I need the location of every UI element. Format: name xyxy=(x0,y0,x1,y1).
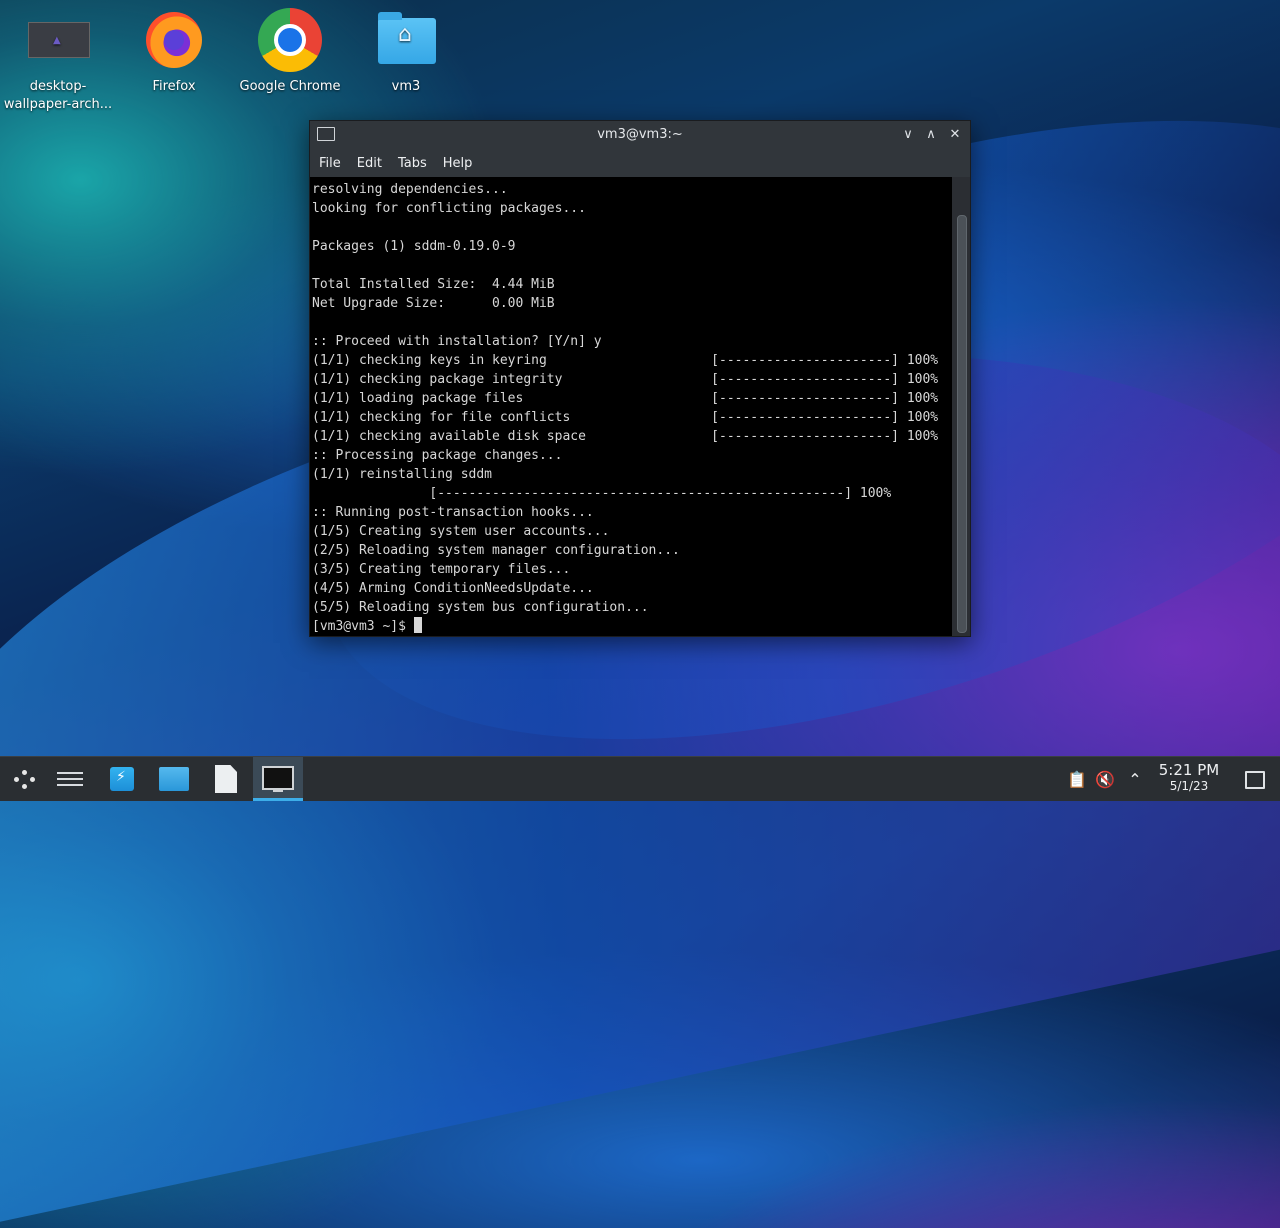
taskbar-system-settings[interactable] xyxy=(45,757,95,801)
desktop-icon-firefox[interactable]: Firefox xyxy=(118,8,230,96)
terminal-line: (1/1) checking keys in keyring [--------… xyxy=(312,353,939,368)
image-thumbnail-icon xyxy=(26,8,90,72)
chevron-up-icon[interactable]: ⌃ xyxy=(1124,757,1146,801)
terminal-line: (1/1) reinstalling sddm xyxy=(312,467,493,482)
menu-bar: File Edit Tabs Help xyxy=(310,149,970,177)
clock[interactable]: 5:21 PM 5/1/23 xyxy=(1150,761,1228,794)
terminal-icon xyxy=(262,765,294,792)
scrollbar-thumb[interactable] xyxy=(957,215,967,633)
folder-icon xyxy=(159,767,189,791)
taskbar-file-manager[interactable] xyxy=(149,757,199,801)
terminal-line: Packages (1) sddm-0.19.0-9 xyxy=(312,239,516,254)
terminal-line: (1/5) Creating system user accounts... xyxy=(312,524,610,539)
desktop-icon-home-folder[interactable]: vm3 xyxy=(350,8,462,96)
terminal-cursor xyxy=(413,617,422,633)
taskbar: 📋 🔇 ⌃ 5:21 PM 5/1/23 xyxy=(0,756,1280,801)
taskbar-konsole[interactable] xyxy=(253,757,303,801)
close-button[interactable]: ✕ xyxy=(945,125,965,145)
terminal-line: :: Processing package changes... xyxy=(312,448,563,463)
terminal-window: vm3@vm3:~ ∨ ∧ ✕ File Edit Tabs Help reso… xyxy=(309,120,971,637)
menu-edit[interactable]: Edit xyxy=(350,156,389,171)
terminal-line: (1/1) checking available disk space [---… xyxy=(312,429,939,444)
window-titlebar[interactable]: vm3@vm3:~ ∨ ∧ ✕ xyxy=(310,121,970,149)
maximize-button[interactable]: ∧ xyxy=(921,125,941,145)
show-desktop-button[interactable] xyxy=(1245,771,1265,789)
terminal-line: (4/5) Arming ConditionNeedsUpdate... xyxy=(312,581,594,596)
taskbar-text-editor[interactable] xyxy=(201,757,251,801)
terminal-line: (1/1) checking package integrity [------… xyxy=(312,372,939,387)
terminal-line: (5/5) Reloading system bus configuration… xyxy=(312,600,649,615)
document-icon xyxy=(215,765,237,793)
terminal-line: Net Upgrade Size: 0.00 MiB xyxy=(312,296,555,311)
terminal-output[interactable]: resolving dependencies... looking for con… xyxy=(310,177,952,636)
firefox-icon xyxy=(142,8,206,72)
clipboard-icon[interactable]: 📋 xyxy=(1066,757,1088,801)
taskbar-discover[interactable] xyxy=(97,757,147,801)
application-launcher-button[interactable] xyxy=(0,757,50,801)
terminal-line: (2/5) Reloading system manager configura… xyxy=(312,543,680,558)
clock-time: 5:21 PM xyxy=(1158,761,1220,779)
terminal-line: (3/5) Creating temporary files... xyxy=(312,562,571,577)
menu-file[interactable]: File xyxy=(312,156,348,171)
desktop-icon-wallpaper[interactable]: desktop- wallpaper-arch... xyxy=(2,8,114,114)
terminal-line: looking for conflicting packages... xyxy=(312,201,586,216)
launcher-icon xyxy=(14,768,36,790)
terminal-line: :: Running post-transaction hooks... xyxy=(312,505,594,520)
settings-sliders-icon xyxy=(57,770,83,788)
desktop-icon-label: vm3 xyxy=(391,79,421,94)
desktop-icon-label: Google Chrome xyxy=(239,79,341,94)
menu-tabs[interactable]: Tabs xyxy=(391,156,434,171)
menu-help[interactable]: Help xyxy=(436,156,480,171)
clock-date: 5/1/23 xyxy=(1169,779,1209,793)
desktop-icon-chrome[interactable]: Google Chrome xyxy=(234,8,346,96)
minimize-button[interactable]: ∨ xyxy=(898,125,918,145)
terminal-prompt-line: [vm3@vm3 ~]$ xyxy=(312,617,952,636)
terminal-scrollbar[interactable] xyxy=(952,177,970,636)
volume-muted-icon[interactable]: 🔇 xyxy=(1094,757,1116,801)
terminal-prompt: [vm3@vm3 ~]$ xyxy=(312,619,414,634)
terminal-line: [---------------------------------------… xyxy=(312,486,892,501)
desktop-icon-label: Firefox xyxy=(152,79,196,94)
home-folder-icon xyxy=(374,8,438,72)
terminal-line: (1/1) loading package files [-----------… xyxy=(312,391,939,406)
terminal-line: (1/1) checking for file conflicts [-----… xyxy=(312,410,939,425)
chrome-icon xyxy=(258,8,322,72)
window-title: vm3@vm3:~ xyxy=(597,127,683,142)
store-bag-icon xyxy=(110,767,134,791)
terminal-line: Total Installed Size: 4.44 MiB xyxy=(312,277,555,292)
desktop-icon-label: desktop- wallpaper-arch... xyxy=(3,79,113,112)
terminal-line: :: Proceed with installation? [Y/n] y xyxy=(312,334,602,349)
terminal-line: resolving dependencies... xyxy=(312,182,508,197)
